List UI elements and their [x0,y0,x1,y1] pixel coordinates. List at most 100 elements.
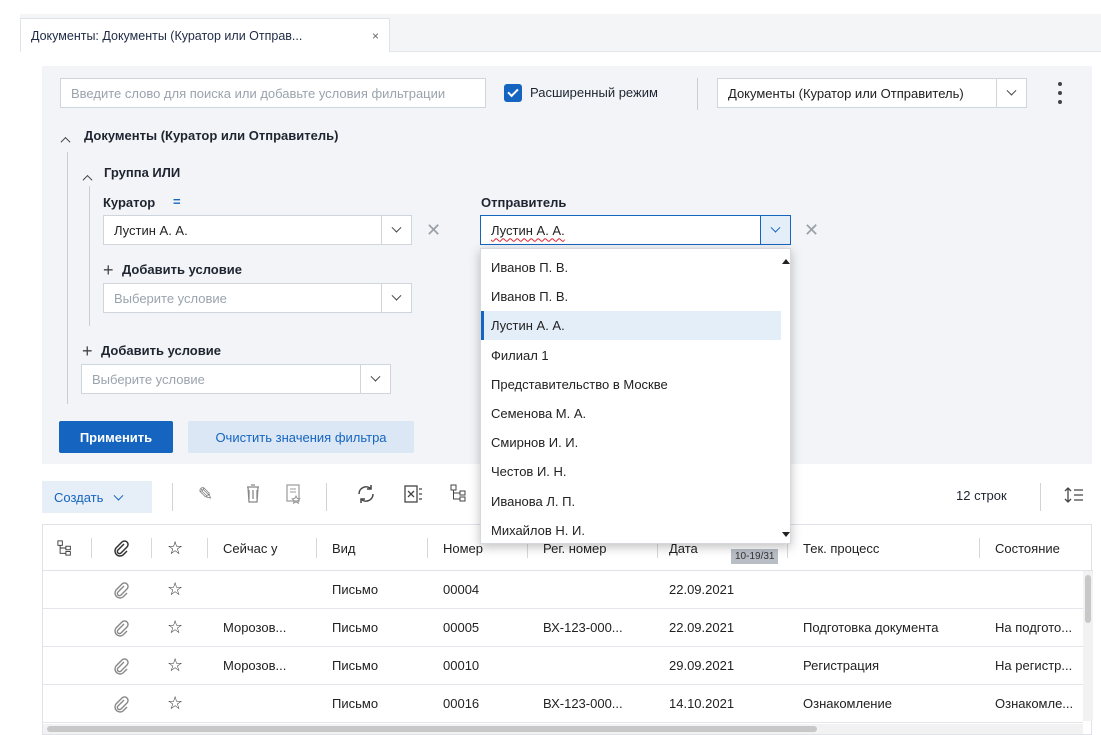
scroll-down-icon [782,532,790,537]
chevron-down-icon[interactable] [360,365,390,393]
chevron-up-icon[interactable] [60,132,71,147]
horizontal-scrollbar[interactable] [43,724,1083,734]
scroll-up-icon [782,259,790,264]
cell-process: Регистрация [803,658,879,673]
dropdown-option[interactable]: Иванов П. В. [481,253,781,282]
star-icon[interactable]: ☆ [167,525,183,571]
row-density-icon[interactable] [1064,486,1084,507]
kebab-icon[interactable] [1053,80,1067,106]
tree-line-group [89,186,90,326]
cell-now-at [223,685,313,722]
star-icon[interactable]: ☆ [167,685,183,722]
paperclip-icon[interactable] [113,609,129,646]
remove-curator-icon[interactable]: ✕ [426,221,441,239]
favorite-doc-icon[interactable] [285,484,303,507]
curator-op[interactable]: = [173,194,181,209]
cell-reg: ВХ-123-000... [543,620,623,635]
col-process[interactable]: Тек. процесс [803,525,879,571]
tree-line-root [67,152,68,404]
preset-value: Документы (Куратор или Отправитель) [728,85,964,101]
tab-close-icon[interactable]: × [372,29,379,43]
filter-root-label: Документы (Куратор или Отправитель) [84,128,339,143]
cell-now-at: Морозов... [223,658,287,673]
extended-mode-checkbox[interactable] [504,84,522,102]
star-icon[interactable]: ☆ [167,647,183,684]
pencil-icon[interactable]: ✎ [198,484,213,505]
cell-state [995,571,1081,608]
dropdown-option[interactable]: Представительство в Москве [481,370,781,399]
tree-icon[interactable] [450,484,468,505]
dropdown-option[interactable]: Иванова Л. П. [481,487,781,516]
table-row[interactable]: ☆ Морозов... Письмо 00005 ВХ-123-000... 22.09… [43,609,1083,647]
table-row[interactable]: ☆ Морозов... Письмо 00010 29.09.2021 Регистра… [43,647,1083,685]
curator-label: Куратор [103,195,156,210]
chevron-down-icon[interactable] [381,216,411,244]
date-tooltip: 10-19/31 [731,549,779,564]
dropdown-option[interactable]: Филиал 1 [481,341,781,370]
paperclip-icon[interactable] [113,647,129,684]
dropdown-option[interactable]: Михайлов Н. И. [481,516,781,545]
star-icon[interactable]: ☆ [167,609,183,646]
plus-icon[interactable]: + [82,342,93,360]
cell-reg [543,571,653,608]
sender-label: Отправитель [481,195,567,210]
cell-kind: Письмо [332,620,379,635]
add-condition-outer[interactable]: Добавить условие [101,343,221,358]
cell-state: На подгото... [995,620,1073,635]
table-row[interactable]: ☆ Письмо 00016 ВХ-123-000... 14.10.2021 Ознак… [43,685,1083,723]
col-number[interactable]: Номер [443,525,483,571]
add-condition-inner[interactable]: Добавить условие [122,262,242,277]
col-now-at[interactable]: Сейчас у [223,525,278,571]
cell-number: 00004 [443,582,480,597]
excel-icon[interactable] [404,484,424,507]
create-button[interactable]: Создать [42,481,152,513]
sender-select[interactable]: Лустин А. А. [480,215,791,245]
chevron-down-icon[interactable] [381,284,411,312]
extended-mode-label: Расширенный режим [530,85,658,100]
apply-button[interactable]: Применить [59,421,173,453]
dropdown-option[interactable]: Смирнов И. И. [481,428,781,457]
curator-value: Лустин А. А. [114,222,188,238]
documents-grid: ☆ Сейчас у Вид Номер Рег. номер Дата 10-… [42,524,1093,735]
plus-icon[interactable]: + [103,261,114,279]
preset-select[interactable]: Документы (Куратор или Отправитель) [717,78,1027,108]
curator-select[interactable]: Лустин А. А. [103,215,412,245]
group-or-label: Группа ИЛИ [104,165,181,180]
rows-count: 12 строк [956,488,1007,503]
chevron-up-icon[interactable] [82,170,93,185]
cell-state: На регистр... [995,658,1073,673]
paperclip-icon[interactable] [113,571,129,608]
tree-icon[interactable] [57,525,73,571]
col-state[interactable]: Состояние [995,525,1060,571]
vertical-scrollbar[interactable] [1083,571,1093,721]
dropdown-option[interactable]: Иванов П. В. [481,282,781,311]
paperclip-icon[interactable] [113,525,129,571]
refresh-icon[interactable] [355,484,377,507]
cell-reg [543,647,653,684]
condition-placeholder: Выберите условие [92,371,205,387]
condition-select-outer[interactable]: Выберите условие [81,364,391,394]
clear-filter-button[interactable]: Очистить значения фильтра [188,421,414,453]
cell-date: 14.10.2021 [669,696,735,711]
col-kind[interactable]: Вид [332,525,356,571]
paperclip-icon[interactable] [113,685,129,722]
cell-reg: ВХ-123-000... [543,696,623,711]
table-row[interactable]: ☆ Письмо 00004 22.09.2021 [43,571,1083,609]
dropdown-scrollbar[interactable] [781,249,791,543]
toolbar-divider [172,483,173,511]
star-icon[interactable]: ☆ [167,571,183,608]
cell-date: 29.09.2021 [669,658,735,673]
dropdown-option[interactable]: Семенова М. А. [481,399,781,428]
condition-select-inner[interactable]: Выберите условие [103,283,412,313]
remove-sender-icon[interactable]: ✕ [804,221,819,239]
cell-now-at [223,571,313,608]
search-input[interactable]: Введите слово для поиска или добавьте ус… [60,78,486,108]
trash-icon[interactable] [245,484,261,507]
dropdown-option[interactable]: Лустин А. А. [481,311,781,341]
create-label: Создать [54,489,104,505]
toolbar-divider [326,483,327,511]
chevron-down-icon[interactable] [760,216,790,244]
tab-documents[interactable]: Документы: Документы (Куратор или Отправ… [20,18,390,52]
chevron-down-icon[interactable] [996,79,1026,107]
dropdown-option[interactable]: Честов И. Н. [481,457,781,486]
